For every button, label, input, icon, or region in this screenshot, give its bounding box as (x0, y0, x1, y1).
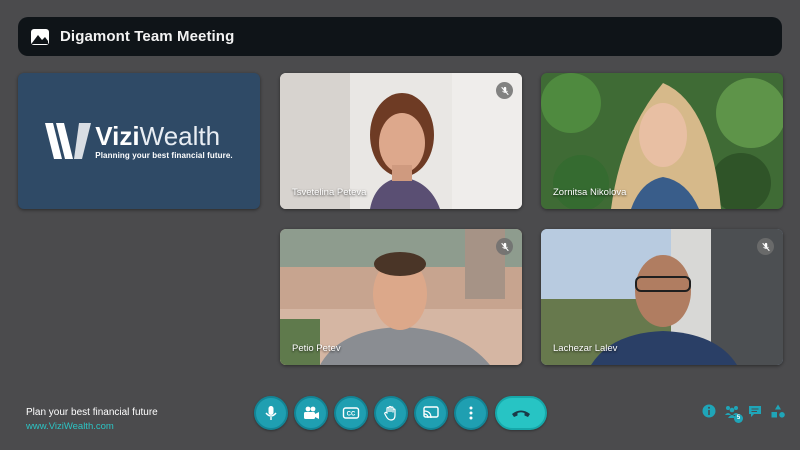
raise-hand-icon (384, 405, 396, 421)
brand-tile: ViziWealth Planning your best financial … (18, 73, 260, 209)
participant-count-badge: 5 (734, 414, 743, 423)
camera-button[interactable] (294, 396, 328, 430)
end-call-icon (512, 410, 530, 417)
participant-tile[interactable]: Lachezar Lalev (541, 229, 783, 365)
muted-mic-icon (496, 238, 513, 255)
participant-name: Lachezar Lalev (553, 343, 618, 354)
meeting-tools: 5 (701, 403, 793, 423)
more-options-button[interactable] (454, 396, 488, 430)
screen-share-icon (423, 406, 439, 419)
vizi-wealth-logo-mark (45, 123, 92, 159)
participant-tile[interactable]: Petio Petev (280, 229, 522, 365)
meeting-title-bar: Digamont Team Meeting (18, 17, 782, 56)
participant-name: Zornitsa Nikolova (553, 187, 627, 198)
footer-branding: Plan your best financial future www.Vizi… (26, 407, 158, 432)
microphone-button[interactable] (254, 396, 288, 430)
end-call-button[interactable] (495, 396, 547, 430)
raise-hand-button[interactable] (374, 396, 408, 430)
info-icon (702, 404, 716, 418)
footer-tagline: Plan your best financial future (26, 407, 158, 418)
activities-icon (771, 404, 785, 418)
muted-mic-icon (496, 82, 513, 99)
closed-captions-icon: CC (342, 407, 360, 419)
chat-icon (749, 406, 761, 417)
call-controls: CC (254, 396, 547, 430)
microphone-icon (265, 406, 277, 420)
brand-name: ViziWealth (95, 120, 221, 151)
camera-icon (304, 406, 319, 419)
participant-tile[interactable]: Tsvetelina Peteva (280, 73, 522, 209)
website-link[interactable]: www.ViziWealth.com (26, 421, 158, 432)
brand-tagline: Planning your best financial future. (95, 150, 233, 160)
more-options-icon (469, 406, 473, 420)
info-button[interactable] (701, 403, 717, 419)
activities-button[interactable] (770, 403, 786, 419)
closed-captions-label: CC (347, 412, 356, 418)
vizi-wealth-logo: ViziWealth Planning your best financial … (45, 120, 233, 160)
participant-name: Petio Petev (292, 343, 341, 354)
meeting-title: Digamont Team Meeting (60, 28, 235, 45)
chat-button[interactable] (747, 403, 763, 419)
participant-name: Tsvetelina Peteva (292, 187, 367, 198)
screen-share-button[interactable] (414, 396, 448, 430)
participants-button[interactable]: 5 (724, 403, 743, 423)
picture-icon (31, 28, 49, 45)
participant-tile[interactable]: Zornitsa Nikolova (541, 73, 783, 209)
closed-captions-button[interactable]: CC (334, 396, 368, 430)
muted-mic-icon (757, 238, 774, 255)
